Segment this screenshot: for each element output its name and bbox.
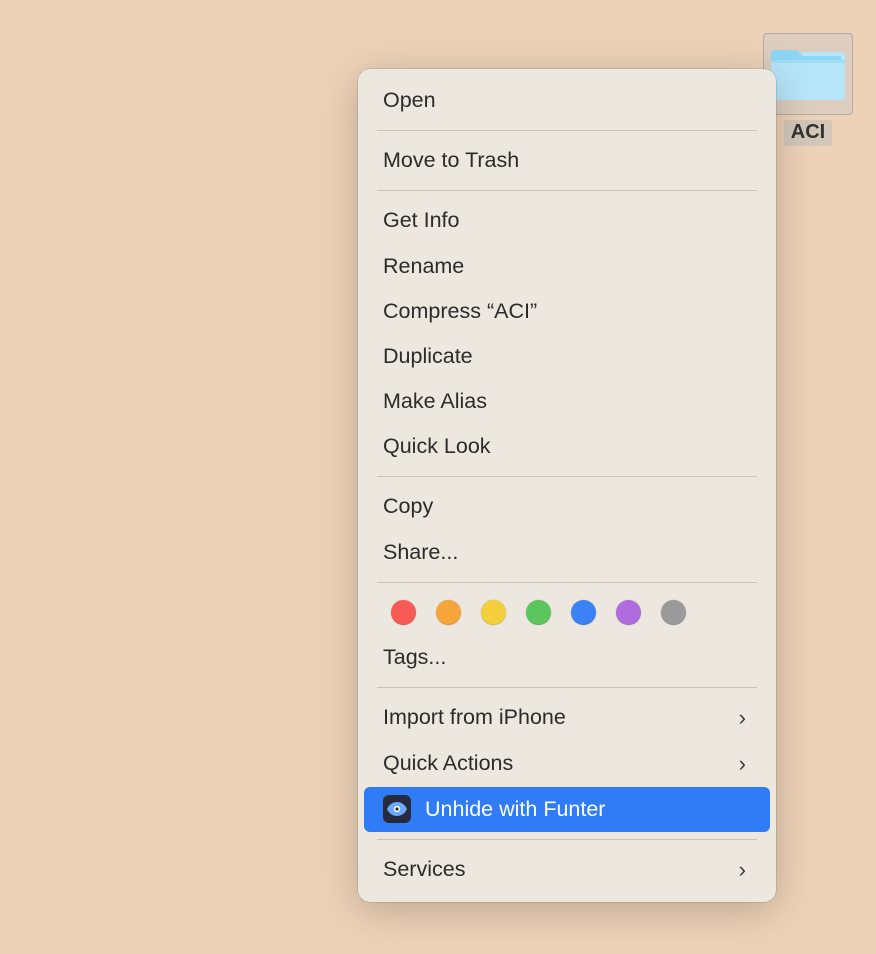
funter-eye-icon xyxy=(383,795,411,823)
menu-divider xyxy=(377,582,757,583)
tag-blue[interactable] xyxy=(571,600,596,625)
menu-compress[interactable]: Compress “ACI” xyxy=(364,289,770,334)
tag-purple[interactable] xyxy=(616,600,641,625)
menu-divider xyxy=(377,190,757,191)
submenu-chevron-icon: › xyxy=(739,854,746,886)
submenu-chevron-icon: › xyxy=(739,748,746,780)
menu-rename[interactable]: Rename xyxy=(364,244,770,289)
menu-import-iphone[interactable]: Import from iPhone › xyxy=(364,695,770,741)
menu-make-alias[interactable]: Make Alias xyxy=(364,379,770,424)
menu-get-info[interactable]: Get Info xyxy=(364,198,770,243)
context-menu: Open Move to Trash Get Info Rename Compr… xyxy=(358,69,776,902)
desktop-folder[interactable]: ACI xyxy=(763,33,853,146)
menu-quick-actions[interactable]: Quick Actions › xyxy=(364,741,770,787)
folder-glyph-icon xyxy=(771,44,845,104)
menu-services[interactable]: Services › xyxy=(364,847,770,893)
menu-divider xyxy=(377,839,757,840)
folder-icon xyxy=(763,33,853,115)
tags-row xyxy=(364,590,770,635)
submenu-chevron-icon: › xyxy=(739,702,746,734)
menu-duplicate[interactable]: Duplicate xyxy=(364,334,770,379)
folder-label[interactable]: ACI xyxy=(784,120,832,146)
menu-quick-look[interactable]: Quick Look xyxy=(364,424,770,469)
menu-unhide-funter[interactable]: Unhide with Funter xyxy=(364,787,770,832)
menu-divider xyxy=(377,687,757,688)
tag-green[interactable] xyxy=(526,600,551,625)
menu-divider xyxy=(377,476,757,477)
tag-gray[interactable] xyxy=(661,600,686,625)
tag-orange[interactable] xyxy=(436,600,461,625)
tag-yellow[interactable] xyxy=(481,600,506,625)
menu-share[interactable]: Share... xyxy=(364,530,770,575)
menu-trash[interactable]: Move to Trash xyxy=(364,138,770,183)
menu-copy[interactable]: Copy xyxy=(364,484,770,529)
menu-divider xyxy=(377,130,757,131)
tag-red[interactable] xyxy=(391,600,416,625)
menu-tags[interactable]: Tags... xyxy=(364,635,770,680)
menu-open[interactable]: Open xyxy=(364,78,770,123)
